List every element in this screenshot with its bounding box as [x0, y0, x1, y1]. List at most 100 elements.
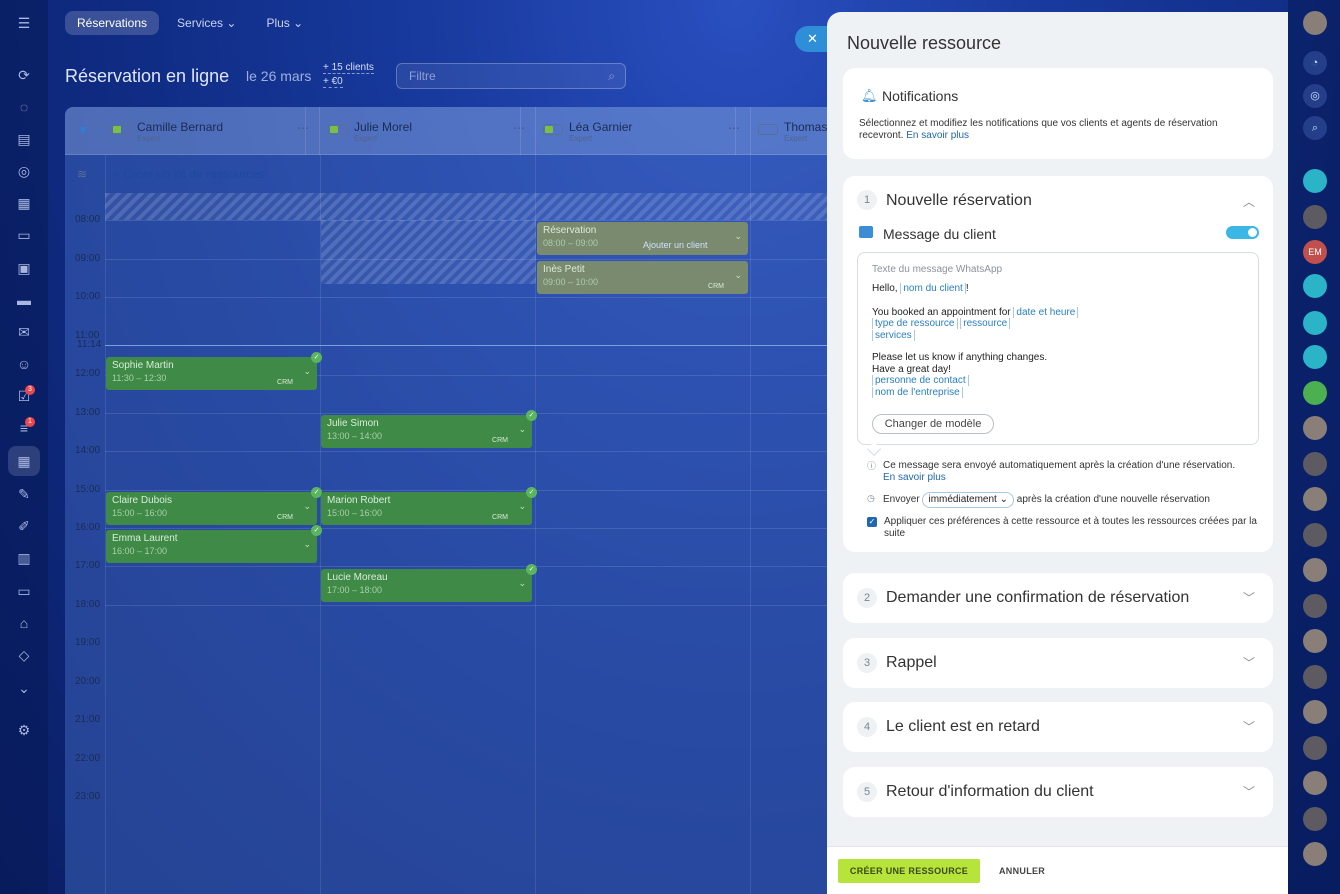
placeholder-tag[interactable]: date et heure: [1013, 306, 1079, 318]
booking-event[interactable]: Sophie Martin 11:30 – 12:30 CRM ⌄ ✓: [106, 352, 322, 390]
stat-revenue[interactable]: + €0: [323, 76, 343, 88]
chevron-down-icon[interactable]: ⌄: [303, 366, 311, 377]
pen-icon[interactable]: ✐: [15, 517, 33, 535]
chevron-down-icon[interactable]: ⌄: [518, 501, 526, 512]
target-icon[interactable]: ◎: [15, 162, 33, 180]
placeholder-tag[interactable]: personne de contact: [872, 375, 969, 386]
tab-services[interactable]: Services ⌄: [165, 11, 248, 35]
chevron-down-icon[interactable]: ﹀: [1243, 718, 1255, 735]
learn-more-link[interactable]: En savoir plus: [906, 130, 969, 141]
activity-icon[interactable]: ⟳: [15, 66, 33, 84]
create-resource-button[interactable]: CRÉER UNE RESSOURCE: [838, 859, 980, 883]
contact-avatar[interactable]: [1303, 594, 1327, 618]
timer-chat-icon[interactable]: [1303, 345, 1327, 369]
user-avatar[interactable]: [1303, 11, 1327, 35]
search-chat-icon[interactable]: ⌕: [1303, 116, 1327, 140]
settings-icon[interactable]: ⚙: [15, 721, 33, 739]
chevron-down-icon[interactable]: ﹀: [1243, 783, 1255, 800]
mail-icon[interactable]: ✉: [15, 323, 33, 341]
booking-icon[interactable]: ▦: [8, 446, 40, 476]
contact-avatar[interactable]: [1303, 487, 1327, 511]
document-icon[interactable]: ▤: [15, 130, 33, 148]
tab-reservations[interactable]: Réservations: [65, 11, 160, 35]
store-icon[interactable]: ⌂: [15, 614, 33, 632]
resource-column-3[interactable]: Léa Garnier Expert ⋯: [520, 107, 751, 155]
placeholder-tag[interactable]: type de ressource: [872, 318, 958, 329]
bell-icon[interactable]: ◔: [1303, 51, 1327, 75]
booking-event[interactable]: Emma Laurent 16:00 – 17:00 ⌄ ✓: [106, 525, 322, 563]
apply-preferences-row[interactable]: ✓ Appliquer ces préférences à cette ress…: [867, 516, 1262, 540]
contact-avatar[interactable]: [1303, 700, 1327, 724]
section-feedback[interactable]: 5 Retour d'information du client ﹀: [843, 767, 1273, 817]
chart-icon[interactable]: ▥: [15, 549, 33, 567]
filter-input[interactable]: Filtre ⌕: [396, 63, 626, 89]
placeholder-tag[interactable]: services: [872, 329, 915, 341]
stat-clients[interactable]: + 15 clients: [323, 62, 374, 74]
group-chat-icon[interactable]: [1303, 169, 1327, 193]
inbox-icon[interactable]: ▬: [15, 291, 33, 309]
calendar-icon[interactable]: ▦: [15, 194, 33, 212]
box-icon[interactable]: ◇: [15, 646, 33, 664]
contact-chat-icon[interactable]: [1303, 311, 1327, 335]
booking-event[interactable]: Inès Petit 09:00 – 10:00 CRM ⌄: [537, 261, 748, 294]
send-timing-select[interactable]: immédiatement ⌄: [922, 492, 1014, 508]
section-late-client[interactable]: 4 Le client est en retard ﹀: [843, 702, 1273, 752]
message-body[interactable]: Hello, nom du client! You booked an appo…: [872, 283, 1252, 398]
layers-icon[interactable]: ≋: [77, 167, 87, 181]
section-reminder[interactable]: 3 Rappel ﹀: [843, 638, 1273, 688]
change-template-button[interactable]: Changer de modèle: [872, 414, 994, 434]
placeholder-tag[interactable]: nom de l'entreprise: [872, 386, 963, 398]
card-icon[interactable]: ▭: [15, 582, 33, 600]
board-icon[interactable]: ▣: [15, 259, 33, 277]
add-client-link[interactable]: Ajouter un client: [643, 240, 708, 250]
resource-column-2[interactable]: Julie Morel Expert ⋯: [305, 107, 536, 155]
cancel-button[interactable]: ANNULER: [999, 859, 1045, 883]
tab-more[interactable]: Plus ⌄: [254, 11, 315, 35]
chevron-down-icon[interactable]: ⌄: [303, 501, 311, 512]
contact-avatar[interactable]: [1303, 842, 1327, 866]
contact-avatar[interactable]: [1303, 629, 1327, 653]
booking-event[interactable]: Julie Simon 13:00 – 14:00 CRM ⌄ ✓: [321, 410, 537, 448]
section-confirmation[interactable]: 2 Demander une confirmation de réservati…: [843, 573, 1273, 623]
menu-icon[interactable]: ☰: [15, 14, 33, 32]
bookmark-chat-icon[interactable]: [1303, 274, 1327, 298]
learn-more-link[interactable]: En savoir plus: [883, 472, 1262, 484]
contact-avatar-em[interactable]: EM: [1303, 240, 1327, 264]
chevron-down-icon[interactable]: ﹀: [1243, 589, 1255, 606]
copilot-icon[interactable]: ◎: [1303, 84, 1327, 108]
chevron-down-icon[interactable]: ⌄: [303, 539, 311, 550]
chevron-up-icon[interactable]: ︿: [1243, 193, 1255, 210]
contact-avatar[interactable]: [1303, 452, 1327, 476]
contact-avatar[interactable]: [1303, 807, 1327, 831]
chevron-down-icon[interactable]: ⌄: [518, 424, 526, 435]
booking-event[interactable]: Marion Robert 15:00 – 16:00 CRM ⌄ ✓: [321, 487, 537, 525]
chevron-down-icon[interactable]: ⌄: [734, 231, 742, 242]
file-icon[interactable]: ▭: [15, 226, 33, 244]
booking-event[interactable]: Lucie Moreau 17:00 – 18:00 ⌄ ✓: [321, 564, 537, 602]
contact-avatar[interactable]: [1303, 523, 1327, 547]
filter-funnel-icon[interactable]: ▼: [77, 123, 89, 137]
booking-event[interactable]: Réservation 08:00 – 09:00 Ajouter un cli…: [537, 222, 748, 255]
section-title[interactable]: Nouvelle réservation: [886, 192, 1032, 210]
chevron-down-icon[interactable]: ⌄: [15, 679, 33, 697]
contact-avatar[interactable]: [1303, 416, 1327, 440]
users-icon[interactable]: ☺: [15, 355, 33, 373]
placeholder-tag[interactable]: nom du client: [900, 283, 966, 294]
resource-column-4[interactable]: Thomas Expert: [735, 107, 827, 155]
contact-avatar[interactable]: [1303, 558, 1327, 582]
booking-event[interactable]: Claire Dubois 15:00 – 16:00 CRM ⌄ ✓: [106, 487, 322, 525]
contact-avatar[interactable]: [1303, 771, 1327, 795]
close-panel-button[interactable]: ✕: [795, 26, 829, 52]
search-icon[interactable]: ⌕: [608, 64, 615, 88]
chevron-down-icon[interactable]: ⌄: [734, 270, 742, 281]
notes-chat-icon[interactable]: [1303, 381, 1327, 405]
chevron-down-icon[interactable]: ﹀: [1243, 654, 1255, 671]
placeholder-tag[interactable]: ressource: [960, 318, 1011, 329]
chevron-down-icon[interactable]: ⌄: [518, 578, 526, 589]
apply-checkbox[interactable]: ✓: [867, 517, 877, 527]
create-batch-link[interactable]: + Créer un lot de ressources: [113, 167, 265, 181]
message-editor[interactable]: Texte du message WhatsApp Hello, nom du …: [857, 252, 1259, 445]
contact-avatar[interactable]: [1303, 205, 1327, 229]
contact-avatar[interactable]: [1303, 665, 1327, 689]
client-message-toggle[interactable]: [1226, 226, 1259, 239]
